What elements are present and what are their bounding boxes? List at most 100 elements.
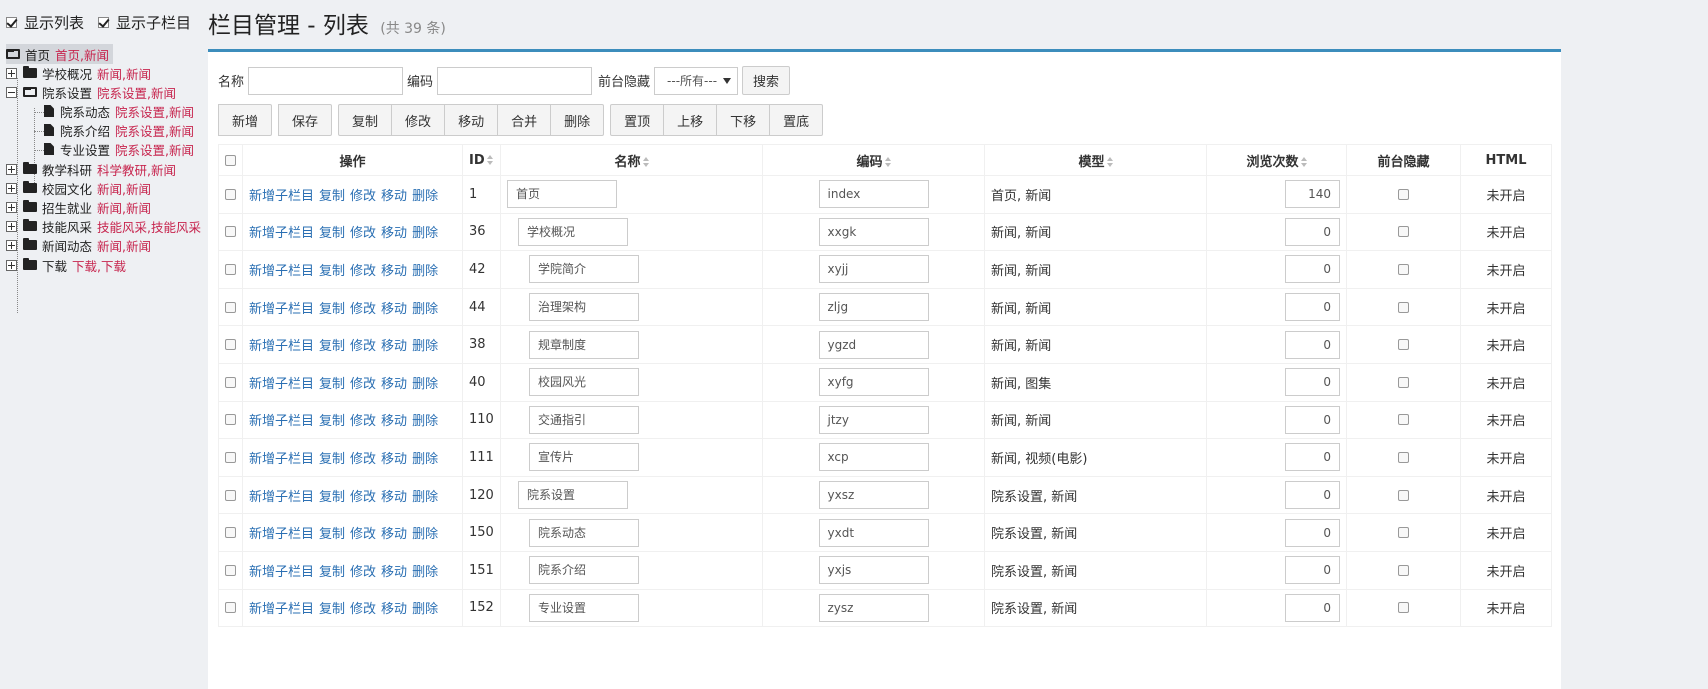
op-link-edit[interactable]: 修改 [350, 602, 376, 617]
op-link-add-child[interactable]: 新增子栏目 [249, 302, 314, 317]
hidden-filter-select[interactable]: ---所有--- [654, 66, 739, 95]
row-views-input[interactable]: 0 [1285, 255, 1340, 284]
op-link-delete[interactable]: 删除 [412, 377, 438, 392]
header-name[interactable]: 名称 [500, 144, 763, 176]
op-link-move[interactable]: 移动 [381, 602, 407, 617]
expand-icon[interactable] [6, 220, 17, 232]
op-link-delete[interactable]: 删除 [412, 565, 438, 580]
op-link-edit[interactable]: 修改 [350, 490, 376, 505]
op-link-move[interactable]: 移动 [381, 565, 407, 580]
save-button[interactable]: 保存 [278, 104, 333, 136]
row-name-input[interactable]: 学校概况 [518, 217, 628, 246]
row-hidden-checkbox[interactable] [1398, 451, 1409, 463]
row-views-input[interactable]: 0 [1285, 481, 1340, 510]
tree-node-home[interactable]: 首页 首页,新闻 [6, 44, 113, 64]
row-hidden-checkbox[interactable] [1398, 263, 1409, 275]
collapse-icon[interactable] [6, 86, 17, 98]
row-name-input[interactable]: 院系设置 [518, 481, 628, 510]
row-hidden-checkbox[interactable] [1398, 527, 1409, 539]
move-bottom-button[interactable]: 置底 [769, 104, 824, 136]
row-checkbox[interactable] [225, 376, 236, 388]
row-views-input[interactable]: 0 [1285, 556, 1340, 585]
row-name-input[interactable]: 规章制度 [529, 330, 639, 359]
row-code-input[interactable]: ygzd [818, 330, 929, 359]
op-link-edit[interactable]: 修改 [350, 565, 376, 580]
op-link-edit[interactable]: 修改 [350, 377, 376, 392]
op-link-delete[interactable]: 删除 [412, 189, 438, 204]
tree-node-yxdt[interactable]: 院系动态 院系设置,新闻 [44, 101, 194, 121]
row-views-input[interactable]: 0 [1285, 330, 1340, 359]
row-hidden-checkbox[interactable] [1398, 564, 1409, 576]
row-views-input[interactable]: 140 [1285, 180, 1340, 209]
row-name-input[interactable]: 学院简介 [529, 255, 639, 284]
row-views-input[interactable]: 0 [1285, 368, 1340, 397]
op-link-move[interactable]: 移动 [381, 452, 407, 467]
show-list-checkbox[interactable] [6, 17, 17, 28]
op-link-delete[interactable]: 删除 [412, 527, 438, 542]
row-name-input[interactable]: 宣传片 [529, 443, 639, 472]
op-link-edit[interactable]: 修改 [350, 452, 376, 467]
header-id[interactable]: ID [462, 144, 501, 176]
op-link-copy[interactable]: 复制 [319, 452, 345, 467]
row-views-input[interactable]: 0 [1285, 217, 1340, 246]
row-code-input[interactable]: yxjs [818, 556, 929, 585]
name-filter-input[interactable] [248, 66, 404, 95]
add-button[interactable]: 新增 [218, 104, 273, 136]
op-link-move[interactable]: 移动 [381, 189, 407, 204]
move-button[interactable]: 移动 [444, 104, 499, 136]
row-hidden-checkbox[interactable] [1398, 226, 1409, 238]
op-link-edit[interactable]: 修改 [350, 189, 376, 204]
expand-icon[interactable] [6, 163, 17, 175]
header-code[interactable]: 编码 [762, 144, 985, 176]
op-link-copy[interactable]: 复制 [319, 602, 345, 617]
op-link-edit[interactable]: 修改 [350, 527, 376, 542]
op-link-delete[interactable]: 删除 [412, 339, 438, 354]
tree-node-jnfc[interactable]: 技能风采 技能风采,技能风采 [6, 216, 201, 236]
row-code-input[interactable]: xcp [818, 443, 929, 472]
op-link-copy[interactable]: 复制 [319, 565, 345, 580]
merge-button[interactable]: 合并 [497, 104, 552, 136]
row-checkbox[interactable] [225, 226, 236, 238]
row-views-input[interactable]: 0 [1285, 518, 1340, 547]
select-all-checkbox[interactable] [225, 154, 236, 166]
op-link-move[interactable]: 移动 [381, 264, 407, 279]
row-views-input[interactable]: 0 [1285, 405, 1340, 434]
row-checkbox[interactable] [225, 489, 236, 501]
row-hidden-checkbox[interactable] [1398, 301, 1409, 313]
op-link-delete[interactable]: 删除 [412, 226, 438, 241]
row-checkbox[interactable] [225, 301, 236, 313]
show-list-toggle[interactable]: 显示列表 [6, 12, 84, 33]
row-hidden-checkbox[interactable] [1398, 376, 1409, 388]
edit-button[interactable]: 修改 [391, 104, 446, 136]
op-link-delete[interactable]: 删除 [412, 414, 438, 429]
op-link-add-child[interactable]: 新增子栏目 [249, 452, 314, 467]
op-link-copy[interactable]: 复制 [319, 414, 345, 429]
op-link-copy[interactable]: 复制 [319, 527, 345, 542]
op-link-move[interactable]: 移动 [381, 490, 407, 505]
tree-node-yxsz[interactable]: 院系设置 院系设置,新闻 [6, 82, 176, 102]
move-up-button[interactable]: 上移 [663, 104, 718, 136]
row-checkbox[interactable] [225, 527, 236, 539]
row-code-input[interactable]: xyfg [818, 368, 929, 397]
row-views-input[interactable]: 0 [1285, 593, 1340, 622]
op-link-add-child[interactable]: 新增子栏目 [249, 414, 314, 429]
row-checkbox[interactable] [225, 602, 236, 614]
row-code-input[interactable]: xyjj [818, 255, 929, 284]
op-link-add-child[interactable]: 新增子栏目 [249, 527, 314, 542]
op-link-copy[interactable]: 复制 [319, 302, 345, 317]
op-link-edit[interactable]: 修改 [350, 226, 376, 241]
row-code-input[interactable]: index [818, 180, 929, 209]
op-link-edit[interactable]: 修改 [350, 264, 376, 279]
tree-node-yxjs[interactable]: 院系介绍 院系设置,新闻 [44, 120, 194, 140]
delete-button[interactable]: 删除 [550, 104, 605, 136]
op-link-add-child[interactable]: 新增子栏目 [249, 339, 314, 354]
row-checkbox[interactable] [225, 263, 236, 275]
tree-node-download[interactable]: 下载 下载,下载 [6, 255, 126, 275]
op-link-edit[interactable]: 修改 [350, 302, 376, 317]
op-link-move[interactable]: 移动 [381, 302, 407, 317]
op-link-edit[interactable]: 修改 [350, 339, 376, 354]
show-subcolumns-toggle[interactable]: 显示子栏目 [98, 12, 191, 33]
row-name-input[interactable]: 院系介绍 [529, 556, 639, 585]
code-filter-input[interactable] [437, 66, 593, 95]
op-link-delete[interactable]: 删除 [412, 302, 438, 317]
